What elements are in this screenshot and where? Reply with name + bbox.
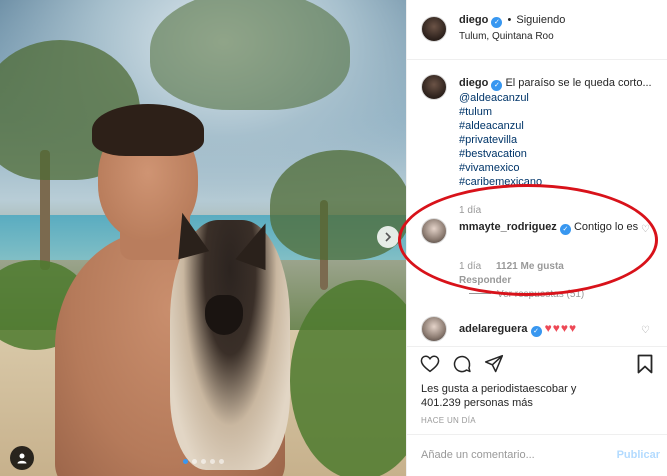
heart-icon [420,355,440,373]
carousel-dot [210,459,215,464]
caption: diego ✓ El paraíso se le queda corto... … [459,76,659,189]
likes-prefix: Les gusta a [421,383,478,395]
avatar[interactable] [421,16,447,42]
comments-list[interactable]: diego ✓ El paraíso se le queda corto... … [407,60,667,346]
carousel-dot [183,459,188,464]
location-link[interactable]: Tulum, Quintana Roo [459,31,554,42]
reply-button[interactable]: Responder [459,275,511,286]
verified-badge-icon: ✓ [530,326,542,337]
comment-input[interactable] [421,449,611,461]
comment-like-heart-icon[interactable]: ♡ [641,325,650,336]
comment-bubble-icon [453,355,471,373]
post-sidebar: diego ✓ • Siguiendo Tulum, Quintana Roo … [406,0,667,476]
caption-username[interactable]: diego [459,77,488,89]
palm-leaves [150,0,350,110]
comment-button[interactable] [451,353,473,375]
follow-status-button[interactable]: Siguiendo [516,14,565,26]
header-username[interactable]: diego [459,14,488,26]
save-button[interactable] [634,353,656,375]
post-actions [407,346,667,380]
puppy-snout [205,295,243,335]
tagged-users-button[interactable] [10,446,34,470]
caption-time[interactable]: 1 día [459,205,481,216]
comment: adelareguera ✓ ♥♥♥♥ [459,321,577,337]
comment-text: Contigo lo es [573,221,639,233]
puppy [170,220,290,470]
verified-badge-icon: ✓ [559,224,571,235]
bush [290,280,406,476]
comment-text: ♥♥♥♥ [544,321,578,335]
comment-username[interactable]: mmayte_rodriguez [459,221,557,233]
verified-badge-icon: ✓ [491,17,503,28]
comment-avatar[interactable] [421,316,447,342]
bookmark-icon [637,354,653,374]
caption-avatar[interactable] [421,74,447,100]
add-comment-bar: Publicar [407,434,667,476]
view-replies-button[interactable]: Ver respuestas (51) [469,289,584,300]
carousel-dot [219,459,224,464]
post-timestamp[interactable]: HACE UN DÍA [421,416,476,425]
comment-meta: 1 día 1121 Me gusta [459,261,564,272]
man-hair [92,104,204,156]
publish-button[interactable]: Publicar [617,449,660,461]
share-button[interactable] [483,353,505,375]
post-photo[interactable] [0,0,406,476]
hashtag-link[interactable]: #privatevilla [459,134,517,146]
likes-first-user[interactable]: periodistaescobar [481,383,568,395]
like-button[interactable] [419,353,441,375]
caption-text: El paraíso se le queda corto... [505,77,652,89]
likes-conjunction: y [570,383,577,395]
comment-avatar[interactable] [421,218,447,244]
share-icon [484,354,504,373]
carousel-next-button[interactable] [377,226,399,248]
carousel-dot [201,459,206,464]
view-replies-label: Ver respuestas (51) [497,289,585,300]
comment-time[interactable]: 1 día [459,261,481,272]
comment: mmayte_rodriguez ✓ Contigo lo es [459,220,639,235]
comment-likes[interactable]: 1121 Me gusta [496,261,564,272]
chevron-right-icon [385,232,392,242]
mention-link[interactable]: @aldeacanzul [459,92,529,104]
header-user-row: diego ✓ • Siguiendo [459,14,565,28]
divider [469,293,491,294]
comment-like-heart-icon[interactable]: ♡ [641,224,650,235]
hashtag-link[interactable]: #aldeacanzul [459,120,524,132]
hashtag-link[interactable]: #tulum [459,106,492,118]
hashtag-link[interactable]: #vivamexico [459,162,520,174]
likes-count[interactable]: 401.239 personas más [421,397,533,409]
verified-badge-icon: ✓ [491,80,503,91]
separator: • [507,14,512,26]
carousel-indicator [183,459,224,464]
hashtag-link[interactable]: #bestvacation [459,148,527,160]
likes-summary: Les gusta a periodistaescobar y 401.239 … [421,382,661,410]
user-icon [17,453,27,464]
comment-username[interactable]: adelareguera [459,323,527,335]
carousel-dot [192,459,197,464]
hashtag-link[interactable]: #caribemexicano [459,176,542,188]
post-header: diego ✓ • Siguiendo Tulum, Quintana Roo [407,0,667,60]
